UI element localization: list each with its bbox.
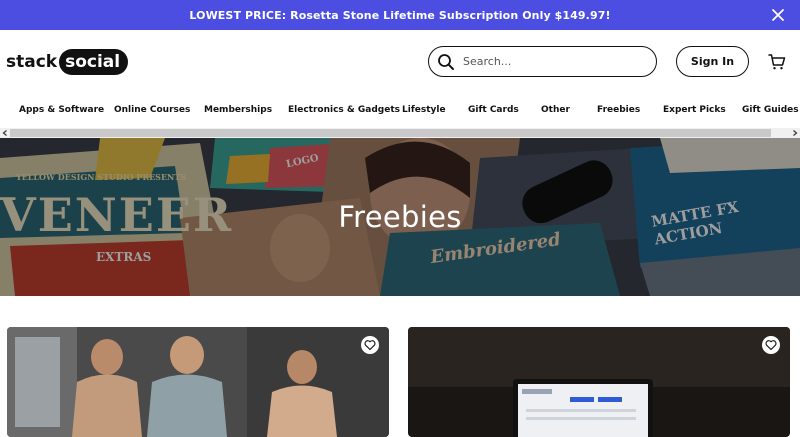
search-icon[interactable]: [437, 53, 455, 71]
nav-item-lifestyle[interactable]: Lifestyle: [402, 105, 446, 115]
stacksocial-logo[interactable]: stack social: [6, 49, 129, 75]
scroll-right-arrow[interactable]: [790, 128, 800, 138]
heart-icon: [364, 340, 376, 351]
page-title: Freebies: [338, 200, 462, 234]
scroll-left-arrow[interactable]: [0, 128, 10, 138]
product-image[interactable]: [7, 327, 389, 437]
promo-text[interactable]: LOWEST PRICE: Rosetta Stone Lifetime Sub…: [189, 9, 610, 22]
close-icon[interactable]: [770, 7, 786, 23]
nav-item-electronics-gadgets[interactable]: Electronics & Gadgets: [288, 105, 400, 115]
nav-item-freebies[interactable]: Freebies: [597, 105, 640, 115]
category-nav: Apps & Software Online Courses Membershi…: [0, 94, 800, 128]
search-box[interactable]: [428, 46, 657, 77]
search-input[interactable]: [463, 55, 643, 68]
nav-item-apps-software[interactable]: Apps & Software: [19, 105, 104, 115]
nav-item-gift-guides[interactable]: Gift Guides: [742, 105, 799, 115]
favorite-button[interactable]: [361, 336, 379, 354]
cart-icon[interactable]: [768, 53, 786, 71]
scrollbar-thumb[interactable]: [10, 129, 771, 137]
nav-item-expert-picks[interactable]: Expert Picks: [663, 105, 726, 115]
product-grid: [0, 296, 800, 437]
nav-item-gift-cards[interactable]: Gift Cards: [468, 105, 519, 115]
logo-stack-text: stack: [6, 52, 58, 72]
nav-item-other[interactable]: Other: [541, 105, 570, 115]
nav-scrollbar[interactable]: [0, 128, 800, 138]
product-card[interactable]: [7, 327, 389, 437]
promo-banner[interactable]: LOWEST PRICE: Rosetta Stone Lifetime Sub…: [0, 0, 800, 30]
hero-banner: YELLOW DESIGN STUDIO PRESENTS VENEER EXT…: [0, 138, 800, 296]
logo-social-text: social: [59, 49, 129, 75]
heart-icon: [765, 340, 777, 351]
sign-in-button[interactable]: Sign In: [676, 46, 749, 77]
nav-item-online-courses[interactable]: Online Courses: [114, 105, 190, 115]
nav-item-memberships[interactable]: Memberships: [204, 105, 272, 115]
favorite-button[interactable]: [762, 336, 780, 354]
product-card[interactable]: [408, 327, 790, 437]
product-image[interactable]: [408, 327, 790, 437]
site-header: stack social Sign In: [0, 30, 800, 94]
